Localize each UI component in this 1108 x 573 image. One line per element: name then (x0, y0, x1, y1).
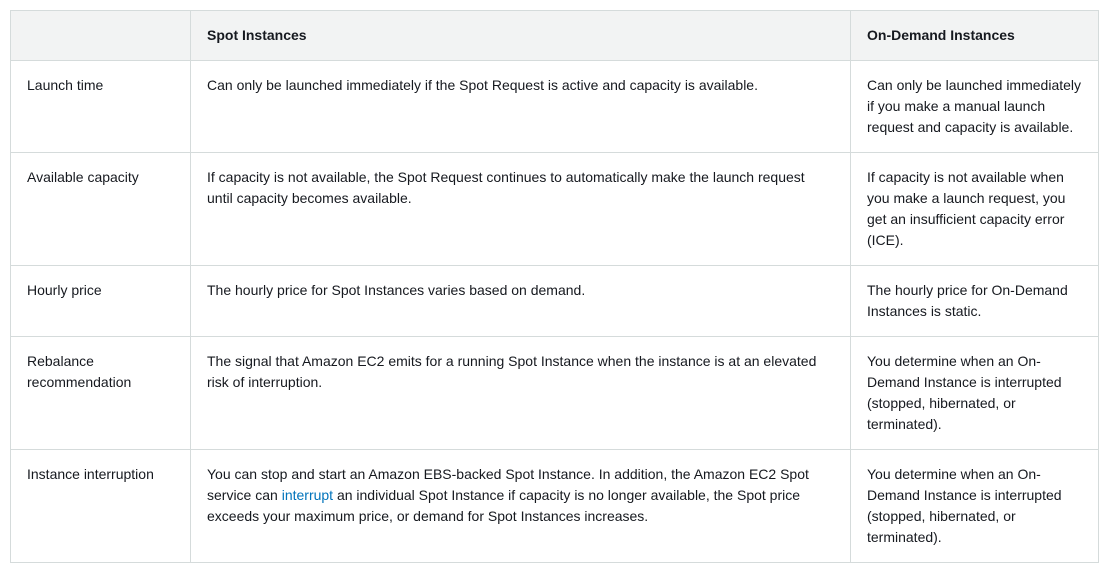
table-row: Instance interruption You can stop and s… (11, 450, 1099, 563)
interrupt-link[interactable]: interrupt (282, 487, 333, 503)
row-label: Rebalance recommendation (11, 337, 191, 450)
row-spot-cell: The signal that Amazon EC2 emits for a r… (191, 337, 851, 450)
header-spot-instances: Spot Instances (191, 11, 851, 61)
row-label: Hourly price (11, 266, 191, 337)
row-spot-cell: If capacity is not available, the Spot R… (191, 153, 851, 266)
row-ondemand-cell: The hourly price for On-Demand Instances… (851, 266, 1099, 337)
comparison-table: Spot Instances On-Demand Instances Launc… (10, 10, 1099, 563)
table-row: Hourly price The hourly price for Spot I… (11, 266, 1099, 337)
row-spot-cell: Can only be launched immediately if the … (191, 61, 851, 153)
row-ondemand-cell: Can only be launched immediately if you … (851, 61, 1099, 153)
row-label: Launch time (11, 61, 191, 153)
table-row: Rebalance recommendation The signal that… (11, 337, 1099, 450)
row-spot-cell: You can stop and start an Amazon EBS-bac… (191, 450, 851, 563)
row-ondemand-cell: You determine when an On-Demand Instance… (851, 337, 1099, 450)
table-header-row: Spot Instances On-Demand Instances (11, 11, 1099, 61)
table-row: Launch time Can only be launched immedia… (11, 61, 1099, 153)
row-ondemand-cell: You determine when an On-Demand Instance… (851, 450, 1099, 563)
row-label: Instance interruption (11, 450, 191, 563)
header-empty (11, 11, 191, 61)
table-row: Available capacity If capacity is not av… (11, 153, 1099, 266)
row-spot-cell: The hourly price for Spot Instances vari… (191, 266, 851, 337)
row-label: Available capacity (11, 153, 191, 266)
header-ondemand-instances: On-Demand Instances (851, 11, 1099, 61)
row-ondemand-cell: If capacity is not available when you ma… (851, 153, 1099, 266)
